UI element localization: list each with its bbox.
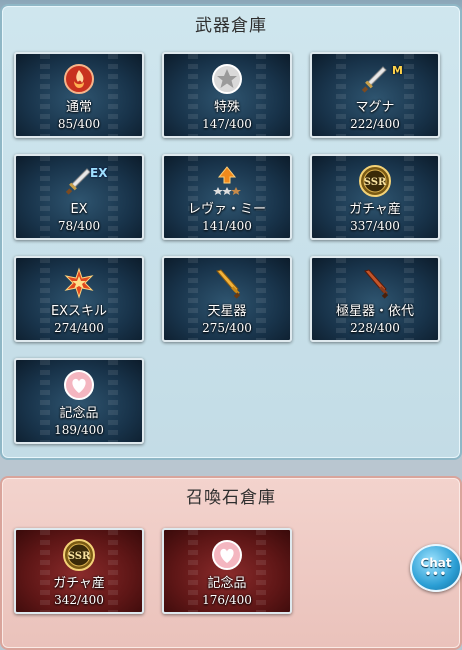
svg-text:SSR: SSR <box>68 551 91 562</box>
tile-label: 記念品 <box>59 406 99 421</box>
weapon-tile-ex[interactable]: EX EX 78/400 <box>14 154 144 240</box>
weapon-tile-normal[interactable]: 通常 85/400 <box>14 52 144 138</box>
dark-sword-icon <box>358 266 392 300</box>
tile-count: 189/400 <box>54 423 104 437</box>
tile-label: EXスキル <box>50 304 108 319</box>
tile-count: 274/400 <box>54 321 104 335</box>
weapon-tile-revenant[interactable]: 天星器 275/400 <box>162 256 292 342</box>
tile-label: ガチャ産 <box>53 576 105 591</box>
tile-label: 記念品 <box>207 576 247 591</box>
tile-count: 222/400 <box>350 117 400 131</box>
ex-badge: EX <box>90 166 108 180</box>
magna-badge: M <box>392 64 403 77</box>
upgrade-stars-icon <box>210 164 244 198</box>
tile-count: 78/400 <box>57 219 101 233</box>
tile-label: 通常 <box>65 100 92 115</box>
summon-tile-gacha[interactable]: SSR ガチャ産 342/400 <box>14 528 144 614</box>
tile-count: 147/400 <box>202 117 252 131</box>
weapon-tile-leva-mii[interactable]: レヴァ・ミー 141/400 <box>162 154 292 240</box>
svg-text:SSR: SSR <box>364 177 387 188</box>
star-medal-icon <box>210 62 244 96</box>
ssr-medal-icon: SSR <box>62 538 96 572</box>
summon-storage-title: 召喚石倉庫 <box>186 488 276 508</box>
chat-button[interactable]: Chat ••• <box>410 544 462 592</box>
tile-label: レヴァ・ミー <box>187 202 266 217</box>
weapon-tile-magna[interactable]: M マグナ 222/400 <box>310 52 440 138</box>
weapon-tile-kyokusei[interactable]: 極星器・依代 228/400 <box>310 256 440 342</box>
tile-count: 228/400 <box>350 321 400 335</box>
tile-count: 85/400 <box>57 117 101 131</box>
weapon-tile-gacha[interactable]: SSR ガチャ産 337/400 <box>310 154 440 240</box>
magna-sword-icon <box>358 62 392 96</box>
weapon-tile-memento[interactable]: 記念品 189/400 <box>14 358 144 444</box>
weapon-tile-ex-skill[interactable]: EXスキル 274/400 <box>14 256 144 342</box>
summon-tile-memento[interactable]: 記念品 176/400 <box>162 528 292 614</box>
tile-count: 342/400 <box>54 593 104 607</box>
heart-medal-icon <box>210 538 244 572</box>
tile-count: 141/400 <box>202 219 252 233</box>
ex-skill-burst-icon <box>62 266 96 300</box>
revenant-sword-icon <box>210 266 244 300</box>
summon-storage-panel: 召喚石倉庫 SSR ガチャ産 342/400 記念品 176/400 <box>0 476 462 650</box>
chat-dots-icon: ••• <box>424 569 448 580</box>
fire-emblem-icon <box>62 62 96 96</box>
weapon-storage-title: 武器倉庫 <box>195 16 267 36</box>
tile-label: 極星器・依代 <box>335 304 414 319</box>
ssr-medal-icon: SSR <box>358 164 392 198</box>
weapon-storage-panel: 武器倉庫 通常 85/400 特殊 147/400 M マグナ 222/400 … <box>0 4 462 460</box>
tile-count: 275/400 <box>202 321 252 335</box>
tile-label: 天星器 <box>207 304 247 319</box>
tile-count: 337/400 <box>350 219 400 233</box>
tile-label: ガチャ産 <box>349 202 401 217</box>
tile-label: マグナ <box>355 100 395 115</box>
tile-count: 176/400 <box>202 593 252 607</box>
tile-label: 特殊 <box>213 100 240 115</box>
heart-medal-icon <box>62 368 96 402</box>
tile-label: EX <box>70 202 88 217</box>
weapon-tile-special[interactable]: 特殊 147/400 <box>162 52 292 138</box>
